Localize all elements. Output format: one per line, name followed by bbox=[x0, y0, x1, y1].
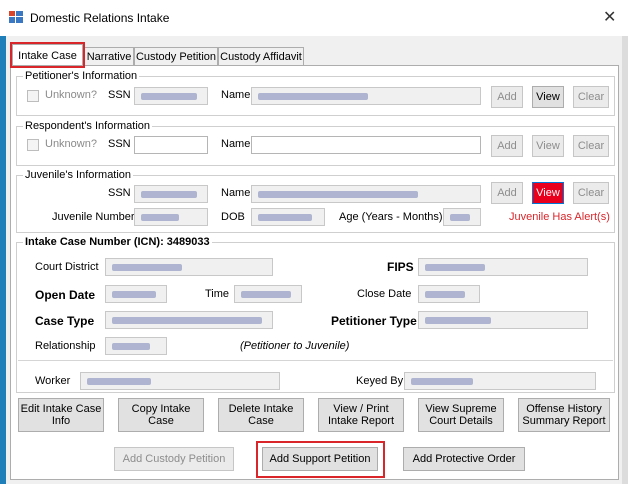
petitioner-add-button[interactable]: Add bbox=[491, 86, 523, 108]
petitioner-type-label: Petitioner Type bbox=[331, 314, 417, 328]
keyed-by-label: Keyed By bbox=[356, 375, 404, 387]
tab-narrative[interactable]: Narrative bbox=[84, 47, 134, 65]
respondent-ssn-label: SSN bbox=[108, 138, 131, 150]
app-icon bbox=[9, 11, 23, 23]
close-icon[interactable]: ✕ bbox=[603, 7, 616, 27]
juvenile-ssn-field[interactable] bbox=[134, 185, 208, 203]
respondent-view-button[interactable]: View bbox=[532, 135, 564, 157]
window-edge-right bbox=[622, 36, 628, 484]
fips-label: FIPS bbox=[387, 260, 414, 274]
juvenile-number-label: Juvenile Number bbox=[52, 211, 135, 223]
delete-intake-case-button[interactable]: Delete Intake Case bbox=[218, 398, 304, 432]
petitioner-name-label: Name bbox=[221, 89, 251, 101]
keyed-by-field[interactable] bbox=[404, 372, 596, 390]
window-title: Domestic Relations Intake bbox=[30, 11, 170, 25]
close-date-label: Close Date bbox=[357, 288, 412, 300]
respondent-name-field[interactable] bbox=[251, 136, 481, 154]
petitioner-unknown-label: Unknown? bbox=[45, 89, 97, 101]
copy-intake-case-button[interactable]: Copy Intake Case bbox=[118, 398, 204, 432]
court-district-label: Court District bbox=[35, 261, 99, 273]
juvenile-clear-button[interactable]: Clear bbox=[573, 182, 609, 204]
petitioner-ssn-field[interactable] bbox=[134, 87, 208, 105]
petitioner-name-field[interactable] bbox=[251, 87, 481, 105]
add-custody-petition-button[interactable]: Add Custody Petition bbox=[114, 447, 234, 471]
intake-case-number: Intake Case Number (ICN): 3489033 bbox=[25, 236, 210, 248]
case-type-field[interactable] bbox=[105, 311, 273, 329]
juvenile-age-field[interactable] bbox=[443, 208, 481, 226]
petitioner-unknown-checkbox[interactable] bbox=[27, 90, 39, 102]
juvenile-dob-field[interactable] bbox=[251, 208, 325, 226]
petitioner-legend: Petitioner's Information bbox=[25, 70, 138, 82]
time-field[interactable] bbox=[234, 285, 302, 303]
worker-label: Worker bbox=[35, 375, 71, 387]
respondent-ssn-field[interactable] bbox=[134, 136, 208, 154]
respondent-add-button[interactable]: Add bbox=[491, 135, 523, 157]
petitioner-type-field[interactable] bbox=[418, 311, 588, 329]
respondent-unknown-label: Unknown? bbox=[45, 138, 97, 150]
tab-intake-case[interactable]: Intake Case bbox=[10, 42, 85, 68]
petitioner-ssn-label: SSN bbox=[108, 89, 131, 101]
petitioner-view-button[interactable]: View bbox=[532, 86, 564, 108]
court-district-field[interactable] bbox=[105, 258, 273, 276]
respondent-unknown-checkbox[interactable] bbox=[27, 139, 39, 151]
juvenile-name-field[interactable] bbox=[251, 185, 481, 203]
respondent-clear-button[interactable]: Clear bbox=[573, 135, 609, 157]
open-date-field[interactable] bbox=[105, 285, 167, 303]
juvenile-name-label: Name bbox=[221, 187, 251, 199]
edit-intake-case-button[interactable]: Edit Intake Case Info bbox=[18, 398, 104, 432]
view-supreme-court-details-button[interactable]: View Supreme Court Details bbox=[418, 398, 504, 432]
juvenile-view-button[interactable]: View bbox=[532, 182, 564, 204]
tab-custody-petition[interactable]: Custody Petition bbox=[134, 47, 218, 65]
add-protective-order-button[interactable]: Add Protective Order bbox=[403, 447, 525, 471]
juvenile-number-field[interactable] bbox=[134, 208, 208, 226]
fips-field[interactable] bbox=[418, 258, 588, 276]
relationship-note: (Petitioner to Juvenile) bbox=[240, 340, 350, 352]
case-type-label: Case Type bbox=[35, 314, 95, 328]
open-date-label: Open Date bbox=[35, 288, 96, 302]
time-label: Time bbox=[205, 288, 230, 300]
juvenile-age-label: Age (Years - Months) bbox=[339, 211, 443, 223]
relationship-field[interactable] bbox=[105, 337, 167, 355]
worker-field[interactable] bbox=[80, 372, 280, 390]
juvenile-dob-label: DOB bbox=[221, 211, 245, 223]
add-support-petition-highlight bbox=[256, 441, 385, 478]
view-print-intake-report-button[interactable]: View / Print Intake Report bbox=[318, 398, 404, 432]
juvenile-alert-text: Juvenile Has Alert(s) bbox=[509, 211, 610, 223]
offense-history-summary-report-button[interactable]: Offense History Summary Report bbox=[518, 398, 610, 432]
respondent-legend: Respondent's Information bbox=[25, 120, 151, 132]
respondent-name-label: Name bbox=[221, 138, 251, 150]
petitioner-clear-button[interactable]: Clear bbox=[573, 86, 609, 108]
juvenile-add-button[interactable]: Add bbox=[491, 182, 523, 204]
close-date-field[interactable] bbox=[418, 285, 480, 303]
divider bbox=[18, 360, 613, 361]
juvenile-legend: Juvenile's Information bbox=[25, 169, 132, 181]
relationship-label: Relationship bbox=[35, 340, 96, 352]
tab-custody-affidavit[interactable]: Custody Affidavit bbox=[218, 47, 304, 65]
juvenile-ssn-label: SSN bbox=[108, 187, 131, 199]
